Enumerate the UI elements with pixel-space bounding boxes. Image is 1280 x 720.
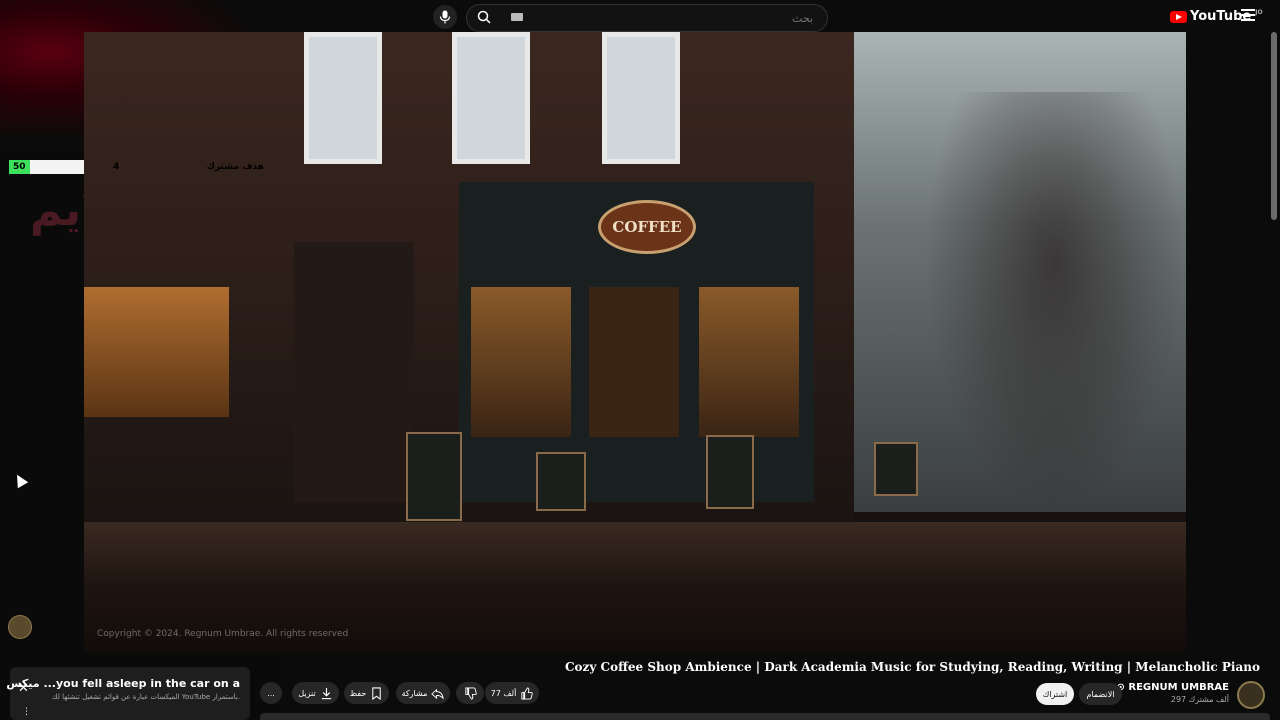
save-button[interactable]: حفظ — [344, 682, 389, 704]
download-icon — [321, 687, 331, 699]
scene-shop-window — [699, 287, 799, 437]
goal-label: هدف مشترك — [206, 162, 264, 172]
download-button[interactable]: تنزيل — [292, 682, 339, 704]
mini-player[interactable]: ✕ ميكس ...you fell asleep in the car on … — [6, 667, 250, 720]
overlay-avatar — [8, 615, 32, 639]
subscribe-label: اشتراك — [1042, 689, 1068, 699]
youtube-play-icon — [1170, 10, 1187, 23]
search-input[interactable] — [509, 9, 815, 27]
channel-avatar[interactable] — [1237, 681, 1265, 709]
mouse-cursor-icon — [11, 471, 29, 489]
video-player[interactable]: COFFEE Copyright © 2024. Regnum Umbrae. … — [84, 32, 1186, 652]
search-icon[interactable] — [477, 10, 491, 24]
region-code: JO — [1255, 9, 1263, 16]
scene-chalkboard — [706, 435, 754, 509]
mini-player-title[interactable]: ميكس ...you fell asleep in the car on a — [6, 677, 240, 690]
channel-name[interactable]: ⊙ REGNUM UMBRAE — [1117, 682, 1230, 693]
voice-search-button[interactable] — [433, 5, 457, 29]
share-icon — [431, 688, 445, 699]
scene-shop-door — [589, 287, 679, 437]
share-label: مشاركة — [401, 688, 428, 698]
join-button[interactable]: الانضمام — [1079, 683, 1122, 705]
goal-target: 50 — [13, 162, 26, 172]
microphone-icon — [439, 10, 451, 24]
scene-chalkboard — [536, 452, 586, 511]
subscribe-button[interactable]: اشتراك — [1036, 683, 1074, 705]
coffee-sign: COFFEE — [598, 200, 696, 254]
thumbs-down-icon — [464, 686, 477, 700]
thumbs-up-icon — [521, 686, 534, 700]
more-actions-button[interactable]: ... — [260, 682, 282, 704]
scene-window — [602, 32, 680, 164]
like-count: 77 ألف — [490, 688, 517, 698]
goal-current: 4 — [112, 162, 120, 172]
dislike-button[interactable] — [456, 682, 484, 704]
scene-chalkboard — [406, 432, 462, 521]
search-bar[interactable] — [466, 4, 828, 32]
mini-player-subtitle: الميكسات عبارة عن قوائم تشغيل تنشئها لك … — [51, 693, 240, 701]
scene-shop-window — [471, 287, 571, 437]
scene-window — [304, 32, 382, 164]
description-panel-edge — [260, 713, 1270, 720]
share-button[interactable]: مشاركة — [396, 682, 450, 704]
join-label: الانضمام — [1086, 689, 1115, 699]
scene-shop-window — [84, 287, 229, 417]
like-button[interactable]: 77 ألف — [485, 682, 539, 704]
bookmark-icon — [372, 686, 382, 700]
scene-chalkboard — [874, 442, 918, 496]
scene-window — [452, 32, 530, 164]
scene-door — [294, 242, 414, 502]
page-scrollbar[interactable] — [1271, 32, 1277, 220]
more-icon: ... — [267, 688, 275, 698]
video-copyright: Copyright © 2024. Regnum Umbrae. All rig… — [97, 629, 349, 639]
subscriber-count: 297 ألف مشترك — [1170, 695, 1229, 704]
save-label: حفظ — [349, 688, 367, 698]
video-title: Cozy Coffee Shop Ambience | Dark Academi… — [565, 660, 1260, 674]
download-label: تنزيل — [298, 688, 316, 698]
hamburger-menu-icon[interactable] — [1241, 9, 1255, 21]
mini-player-menu-icon[interactable]: ⋮ — [22, 707, 31, 717]
scene-tree — [924, 92, 1184, 512]
